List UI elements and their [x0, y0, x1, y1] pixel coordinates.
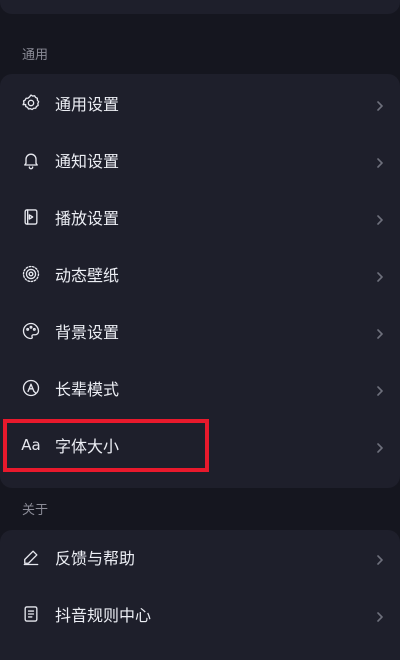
- previous-settings-card: [0, 0, 400, 14]
- chevron-right-icon: [374, 268, 386, 282]
- settings-item-label: 通用设置: [55, 94, 120, 114]
- settings-item-background[interactable]: 背景设置: [0, 302, 400, 359]
- settings-item-feedback-help[interactable]: 反馈与帮助: [0, 528, 400, 585]
- gear-icon: [20, 92, 42, 114]
- settings-item-label: 字体大小: [55, 436, 120, 456]
- chevron-right-icon: [374, 97, 386, 111]
- settings-item-general[interactable]: 通用设置: [0, 74, 400, 131]
- settings-item-label: 反馈与帮助: [55, 548, 136, 568]
- playback-icon: [20, 206, 42, 228]
- chevron-right-icon: [374, 551, 386, 565]
- live-wallpaper-icon: [20, 263, 42, 285]
- settings-item-label: 播放设置: [55, 208, 120, 228]
- chevron-right-icon: [374, 211, 386, 225]
- bell-icon: [20, 149, 42, 171]
- chevron-right-icon: [374, 382, 386, 396]
- edit-pen-icon: [20, 546, 42, 568]
- settings-item-label: 通知设置: [55, 151, 120, 171]
- font-size-icon-text: Aa: [21, 435, 41, 454]
- settings-item-label: 抖音规则中心: [55, 605, 152, 625]
- chevron-right-icon: [374, 325, 386, 339]
- settings-item-rules-center[interactable]: 抖音规则中心: [0, 585, 400, 642]
- font-size-icon: Aa: [20, 434, 42, 456]
- settings-item-playback[interactable]: 播放设置: [0, 188, 400, 245]
- settings-item-elder-mode[interactable]: 长辈模式: [0, 359, 400, 416]
- settings-item-notification[interactable]: 通知设置: [0, 131, 400, 188]
- settings-item-label: 长辈模式: [55, 379, 120, 399]
- palette-icon: [20, 320, 42, 342]
- elder-mode-icon: [20, 377, 42, 399]
- chevron-right-icon: [374, 154, 386, 168]
- settings-item-font-size[interactable]: Aa 字体大小: [0, 416, 400, 473]
- chevron-right-icon: [374, 608, 386, 622]
- settings-item-label: 动态壁纸: [55, 265, 120, 285]
- document-list-icon: [20, 603, 42, 625]
- settings-item-live-wallpaper[interactable]: 动态壁纸: [0, 245, 400, 302]
- chevron-right-icon: [374, 439, 386, 453]
- section-title-general: 通用: [22, 48, 49, 63]
- settings-item-label: 背景设置: [55, 322, 120, 342]
- settings-page: 通用 通用设置 通知设置 播放设置 动态壁纸 背景设置 长辈模式 Aa 字体大小…: [0, 0, 400, 660]
- section-title-about: 关于: [22, 503, 49, 518]
